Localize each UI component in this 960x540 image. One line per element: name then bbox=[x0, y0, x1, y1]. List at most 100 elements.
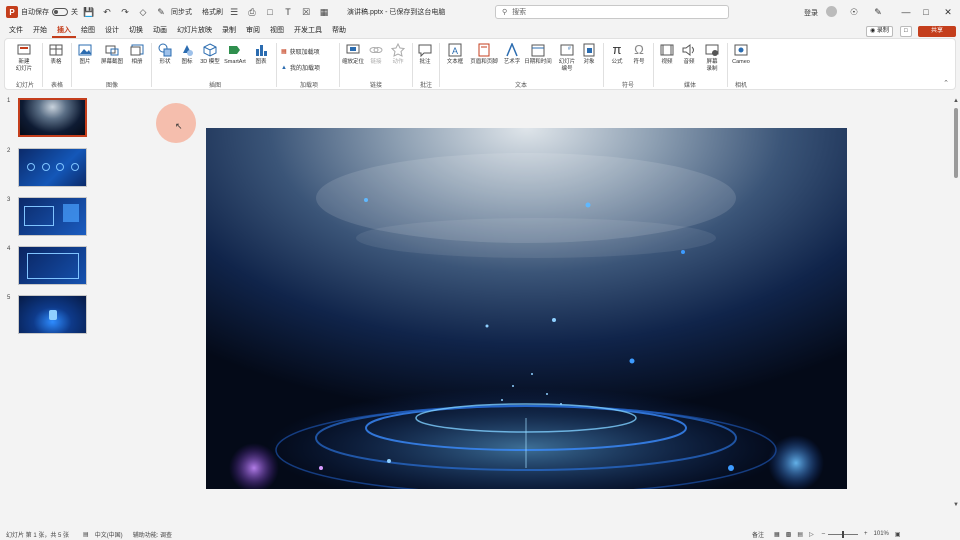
accessibility-status[interactable]: 辅助功能: 调查 bbox=[133, 530, 172, 539]
zoom-in-icon[interactable]: + bbox=[864, 531, 868, 537]
reading-view-icon[interactable]: ▤ bbox=[797, 531, 803, 538]
language-status[interactable]: 中文(中国) bbox=[95, 530, 123, 539]
scroll-down-icon[interactable]: ▼ bbox=[953, 502, 959, 508]
object-button[interactable]: 对象 bbox=[579, 43, 599, 66]
zoom-level[interactable]: 101% bbox=[874, 531, 889, 537]
menu-draw[interactable]: 绘图 bbox=[76, 24, 100, 38]
scroll-thumb[interactable] bbox=[954, 108, 958, 178]
slide-number-button[interactable]: # 幻灯片 编号 bbox=[555, 43, 579, 72]
minimize-icon[interactable]: — bbox=[898, 4, 914, 20]
menu-slideshow[interactable]: 幻灯片放映 bbox=[172, 24, 217, 38]
scroll-up-icon[interactable]: ▲ bbox=[953, 98, 959, 104]
align-left-icon[interactable]: ☰ bbox=[227, 5, 241, 19]
normal-view-icon[interactable]: ▦ bbox=[774, 531, 780, 538]
link-button[interactable]: 链接 bbox=[366, 43, 386, 66]
zoom-slider[interactable] bbox=[828, 530, 859, 538]
slide-thumbnail-1[interactable] bbox=[18, 98, 87, 137]
close-box-icon[interactable]: ☒ bbox=[299, 5, 313, 19]
speaker-icon bbox=[682, 44, 694, 56]
audio-button[interactable]: 音频 bbox=[679, 43, 699, 66]
menu-developer[interactable]: 开发工具 bbox=[289, 24, 327, 38]
menu-animations[interactable]: 动画 bbox=[148, 24, 172, 38]
slide-thumbnail-2[interactable] bbox=[18, 148, 87, 187]
document-title[interactable]: 演讲稿.pptx - 已保存到这台电脑 bbox=[347, 7, 445, 17]
record-button[interactable]: ◉ 录制 bbox=[866, 26, 893, 37]
crop-icon[interactable]: □ bbox=[263, 5, 277, 19]
comment-button[interactable]: 批注 bbox=[415, 43, 435, 66]
print-icon[interactable]: ⎙ bbox=[245, 5, 259, 19]
menu-file[interactable]: 文件 bbox=[4, 24, 28, 38]
menu-transitions[interactable]: 切换 bbox=[124, 24, 148, 38]
zoom-slider-thumb[interactable] bbox=[842, 530, 845, 538]
textbox-button[interactable]: A 文本框 bbox=[443, 43, 467, 66]
menu-design[interactable]: 设计 bbox=[100, 24, 124, 38]
search-box[interactable]: ⚲ 搜索 bbox=[495, 5, 729, 19]
symbol-button[interactable]: Ω 符号 bbox=[629, 43, 649, 66]
icons-button[interactable]: 图标 bbox=[177, 43, 197, 66]
lightbulb-icon[interactable]: ☉ bbox=[846, 4, 862, 20]
redo-icon[interactable]: ↷ bbox=[118, 5, 132, 19]
shapes-button[interactable]: 形状 bbox=[155, 43, 175, 66]
menu-review[interactable]: 审阅 bbox=[241, 24, 265, 38]
notes-button[interactable]: 备注 bbox=[752, 530, 764, 539]
slide-thumbnail-3[interactable] bbox=[18, 197, 87, 236]
object-label: 对象 bbox=[583, 59, 595, 65]
pen-icon[interactable]: ✎ bbox=[154, 5, 168, 19]
slide-thumbnail-5[interactable] bbox=[18, 295, 87, 334]
new-slide-label: 新建 幻灯片 bbox=[15, 59, 33, 72]
slide-sorter-icon[interactable]: ▩ bbox=[786, 531, 792, 538]
crop-2-icon[interactable]: ▦ bbox=[317, 5, 331, 19]
slide-number: 1 bbox=[7, 98, 11, 104]
equation-button[interactable]: π 公式 bbox=[607, 43, 627, 66]
action-button[interactable]: 动作 bbox=[388, 43, 408, 66]
table-button[interactable]: 表格 bbox=[45, 43, 67, 66]
vertical-scrollbar[interactable]: ▲ ▼ bbox=[953, 98, 959, 508]
date-time-button[interactable]: 日期和时间 bbox=[523, 43, 553, 66]
my-addins-button[interactable]: ▲ 我的加载项 bbox=[281, 63, 320, 73]
comments-button[interactable]: □ bbox=[900, 26, 912, 37]
menu-record[interactable]: 录制 bbox=[217, 24, 241, 38]
3d-models-button[interactable]: 3D 模型 bbox=[199, 43, 221, 66]
action-label: 动作 bbox=[392, 59, 404, 65]
menu-help[interactable]: 帮助 bbox=[327, 24, 351, 38]
format-painter-label[interactable]: 格式刷 bbox=[202, 7, 223, 17]
avatar[interactable] bbox=[826, 6, 837, 17]
wordart-button[interactable]: 艺术字 bbox=[501, 43, 523, 66]
sign-in-link[interactable]: 登录 bbox=[804, 8, 818, 18]
fit-slide-icon[interactable]: ▣ bbox=[895, 531, 901, 538]
search-input[interactable]: 搜索 bbox=[512, 7, 526, 17]
svg-text:A: A bbox=[452, 46, 458, 56]
video-button[interactable]: 视频 bbox=[657, 43, 677, 66]
picture-icon bbox=[78, 44, 92, 56]
screenshot-button[interactable]: 屏幕截图 bbox=[97, 43, 127, 66]
menu-home[interactable]: 开始 bbox=[28, 24, 52, 38]
get-addins-button[interactable]: ▦ 获取加载项 bbox=[281, 47, 320, 56]
autosave-toggle[interactable] bbox=[52, 8, 68, 16]
slide-thumbnail-4[interactable] bbox=[18, 246, 87, 285]
zoom-out-icon[interactable]: – bbox=[822, 531, 825, 537]
text-icon[interactable]: T bbox=[281, 5, 295, 19]
screen-recording-button[interactable]: 屏幕 录制 bbox=[701, 43, 723, 72]
pen-draw-icon[interactable]: ✎ bbox=[870, 4, 886, 20]
smartart-button[interactable]: SmartArt bbox=[221, 43, 249, 66]
sync-label[interactable]: 同步式 bbox=[171, 7, 192, 17]
cameo-button[interactable]: Cameo bbox=[729, 43, 753, 66]
share-button[interactable]: 共享 bbox=[918, 26, 956, 37]
close-icon[interactable]: ✕ bbox=[940, 4, 956, 20]
new-slide-button[interactable]: 新建 幻灯片 bbox=[11, 43, 37, 72]
spellcheck-icon[interactable]: ▤ bbox=[83, 531, 89, 538]
menu-insert[interactable]: 插入 bbox=[52, 24, 76, 38]
collapse-ribbon-icon[interactable]: ⌃ bbox=[943, 79, 949, 87]
menu-view[interactable]: 视图 bbox=[265, 24, 289, 38]
chart-button[interactable]: 图表 bbox=[251, 43, 271, 66]
picture-button[interactable]: 图片 bbox=[75, 43, 95, 66]
slideshow-icon[interactable]: ▷ bbox=[809, 531, 814, 538]
album-button[interactable]: 相册 bbox=[127, 43, 147, 66]
slide-canvas[interactable] bbox=[206, 128, 847, 489]
maximize-icon[interactable]: □ bbox=[918, 4, 934, 20]
undo-icon[interactable]: ↶ bbox=[100, 5, 114, 19]
save-icon[interactable]: 💾 bbox=[82, 5, 96, 19]
shapes-icon[interactable]: ◇ bbox=[136, 5, 150, 19]
zoom-button[interactable]: 缩放定位 bbox=[341, 43, 365, 66]
header-footer-button[interactable]: 页眉和页脚 bbox=[467, 43, 501, 66]
